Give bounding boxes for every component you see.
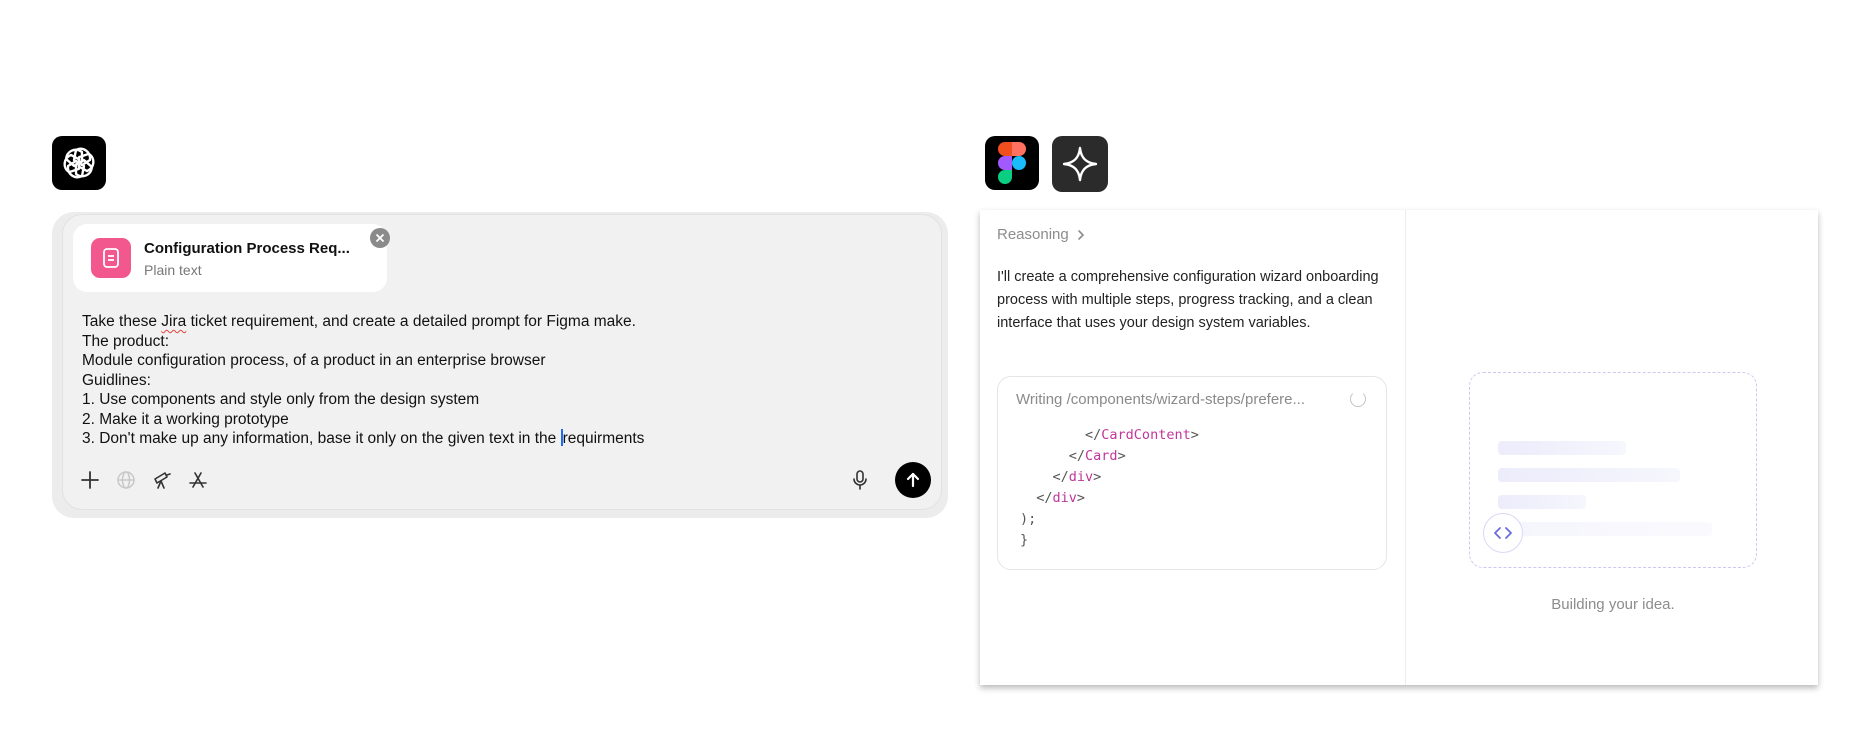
figma-app-icon bbox=[985, 136, 1039, 190]
writing-file-path: Writing /components/wizard-steps/prefere… bbox=[1016, 391, 1306, 408]
arrow-up-icon bbox=[906, 472, 920, 488]
code-badge bbox=[1483, 513, 1523, 553]
code-line: ); bbox=[1020, 511, 1037, 527]
code-line: </div> bbox=[1052, 469, 1102, 485]
skeleton-line bbox=[1498, 522, 1712, 536]
remove-attachment-button[interactable] bbox=[370, 228, 390, 248]
sparkle-star-icon bbox=[1062, 146, 1098, 182]
globe-icon bbox=[117, 471, 135, 489]
web-search-button[interactable] bbox=[113, 467, 139, 493]
reasoning-label: Reasoning bbox=[997, 226, 1069, 243]
text-cursor bbox=[560, 429, 563, 446]
telescope-icon bbox=[154, 472, 171, 489]
file-attachment-chip[interactable]: Configuration Process Req... Plain text bbox=[73, 224, 390, 292]
code-line: </Card> bbox=[1068, 448, 1126, 464]
figma-make-app-icon bbox=[1052, 136, 1108, 192]
loading-spinner-icon bbox=[1350, 391, 1366, 407]
send-button[interactable] bbox=[895, 462, 931, 498]
prompt-line: The product: bbox=[82, 332, 170, 350]
attachment-file-badge bbox=[91, 238, 131, 278]
assistant-message: I'll create a comprehensive configuratio… bbox=[997, 269, 1379, 331]
prompt-line: Guidlines: bbox=[82, 371, 151, 389]
prompt-line: Take these Jira ticket requirement, and … bbox=[82, 313, 636, 330]
skeleton-line bbox=[1498, 468, 1680, 482]
apps-button[interactable] bbox=[185, 467, 211, 493]
plus-icon bbox=[81, 471, 99, 489]
prompt-textarea[interactable]: Take these Jira ticket requirement, and … bbox=[82, 312, 922, 449]
figma-make-panel: Reasoning I'll create a comprehensive co… bbox=[980, 210, 1818, 685]
code-line: </div> bbox=[1036, 490, 1086, 506]
microphone-icon bbox=[853, 470, 867, 490]
attachment-type: Plain text bbox=[144, 262, 202, 278]
prompt-line: 2. Make it a working prototype bbox=[82, 410, 289, 428]
skeleton-line bbox=[1498, 495, 1586, 509]
add-button[interactable] bbox=[77, 467, 103, 493]
code-brackets-icon bbox=[1494, 527, 1512, 539]
chat-composer[interactable]: Configuration Process Req... Plain text … bbox=[62, 214, 942, 510]
research-button[interactable] bbox=[149, 467, 175, 493]
prompt-line: 3. Don't make up any information, base i… bbox=[82, 429, 645, 447]
chatgpt-app-icon bbox=[52, 136, 106, 190]
code-writing-card: Writing /components/wizard-steps/prefere… bbox=[997, 376, 1387, 570]
openai-logo-icon bbox=[63, 147, 95, 179]
app-preview-placeholder bbox=[1469, 372, 1757, 568]
prompt-line: Module configuration process, of a produ… bbox=[82, 352, 546, 369]
reasoning-toggle[interactable]: Reasoning bbox=[997, 226, 1085, 243]
close-icon bbox=[375, 233, 385, 243]
skeleton-line bbox=[1498, 441, 1626, 455]
code-fade bbox=[998, 413, 1386, 431]
code-preview: </CardContent> </Card> </div> </div>);} bbox=[1020, 425, 1199, 551]
misspelled-word: Jira bbox=[161, 313, 187, 330]
document-icon bbox=[103, 248, 119, 268]
prompt-line: 1. Use components and style only from th… bbox=[82, 391, 480, 408]
attachment-title: Configuration Process Req... bbox=[144, 240, 350, 257]
chevron-right-icon bbox=[1077, 229, 1084, 240]
panel-divider bbox=[1405, 210, 1406, 685]
building-status: Building your idea. bbox=[1551, 596, 1675, 613]
code-line: } bbox=[1020, 532, 1029, 548]
app-store-icon bbox=[189, 472, 207, 488]
dictate-button[interactable] bbox=[847, 467, 873, 493]
figma-logo-icon bbox=[998, 142, 1026, 184]
